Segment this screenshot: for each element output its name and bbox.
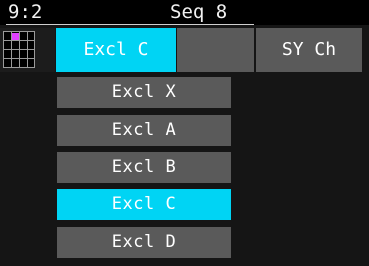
dropdown-item-excl-d[interactable]: Excl D [57, 227, 231, 258]
tab-sy-ch[interactable]: SY Ch [256, 28, 362, 72]
tab-empty[interactable] [177, 28, 254, 72]
grid-cells [3, 31, 35, 68]
header-bar: 9:2 Seq 8 [0, 0, 369, 25]
tab-excl-c[interactable]: Excl C [56, 28, 176, 72]
pattern-grid-icon[interactable] [0, 28, 55, 72]
position-readout: 9:2 [8, 1, 43, 23]
grid-marker [12, 33, 19, 40]
dropdown-item-excl-a[interactable]: Excl A [57, 115, 231, 146]
device-screen: 9:2 Seq 8 Excl C SY Ch Excl X Excl A Exc… [0, 0, 369, 266]
page-title: Seq 8 [170, 1, 228, 23]
dropdown-item-excl-x[interactable]: Excl X [57, 77, 231, 108]
dropdown-item-excl-c[interactable]: Excl C [57, 189, 231, 220]
dropdown-item-excl-b[interactable]: Excl B [57, 152, 231, 183]
header-divider [6, 24, 254, 25]
